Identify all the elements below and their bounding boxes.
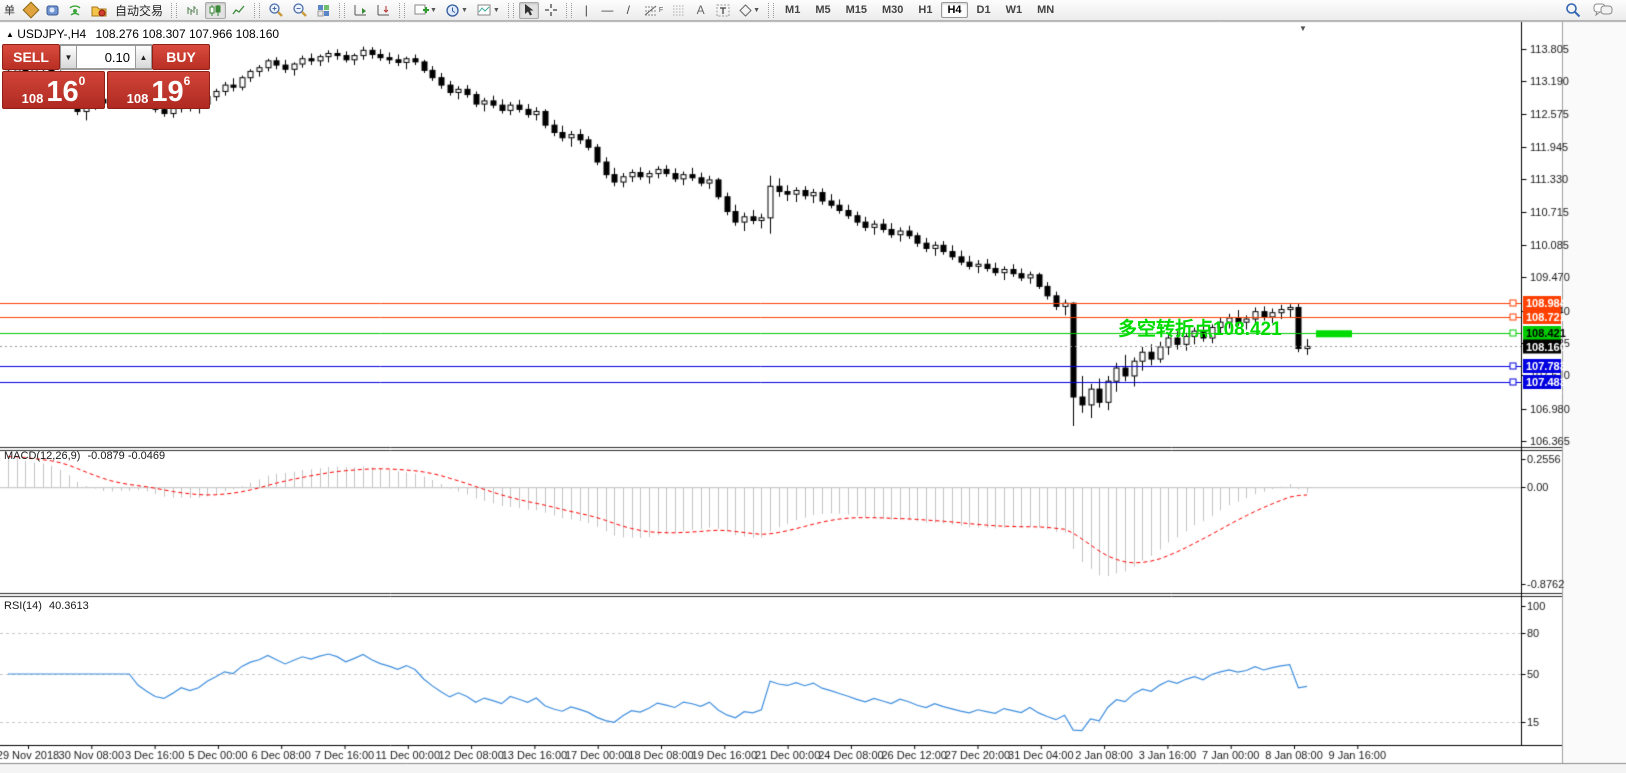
zoom-in-icon[interactable] xyxy=(265,2,287,19)
toolbar-gripper[interactable] xyxy=(254,3,260,18)
chart-menu-caret-icon[interactable]: ▼ xyxy=(1299,24,1307,33)
timeframe-D1[interactable]: D1 xyxy=(971,2,997,18)
triangle-up-icon: ▲ xyxy=(140,53,148,62)
sell-price-handle: 108 xyxy=(22,92,44,105)
trendline-tool[interactable]: / xyxy=(619,2,638,19)
chart-title: ▲ USDJPY-,H4 108.276 108.307 107.966 108… xyxy=(6,27,279,41)
turning-point-annotation[interactable]: 多空转折点108.421 xyxy=(1118,314,1282,341)
one-click-trading-panel: SELL ▼ ▲ BUY 108 16 0 108 19 6 xyxy=(2,44,210,109)
symbol-marker-icon: ▲ xyxy=(6,30,14,39)
timeframe-M30[interactable]: M30 xyxy=(876,2,909,18)
triangle-down-icon: ▼ xyxy=(65,53,73,62)
new-chart-button[interactable]: ▼ xyxy=(410,2,440,19)
chevron-down-icon: ▼ xyxy=(461,7,468,14)
templates-button[interactable]: ▼ xyxy=(473,2,503,19)
top-toolbar: 单 自动交易 ▼ ▼ ▼ | — / F A ▼ M1M5M15M30H1H4D… xyxy=(0,0,1626,21)
volume-decrease-button[interactable]: ▼ xyxy=(60,45,77,69)
auto-trading-label: 自动交易 xyxy=(115,2,163,19)
cursor-tool-icon[interactable] xyxy=(519,2,539,19)
buy-button[interactable]: BUY xyxy=(152,44,210,70)
tline-glyph: / xyxy=(627,3,630,17)
period-clock-button[interactable]: ▼ xyxy=(442,2,471,19)
timeframe-W1[interactable]: W1 xyxy=(1000,2,1029,18)
candlestick-chart-icon[interactable] xyxy=(205,2,226,19)
signal-broadcast-icon[interactable] xyxy=(65,2,86,19)
new-order-button[interactable]: 单 xyxy=(0,2,19,19)
toolbar-gripper[interactable] xyxy=(339,3,345,18)
timeframe-MN[interactable]: MN xyxy=(1031,2,1060,18)
sell-price-display[interactable]: 108 16 0 xyxy=(2,71,105,109)
sell-button[interactable]: SELL xyxy=(2,44,60,70)
rsi-indicator-label: RSI(14) 40.3613 xyxy=(4,600,89,612)
sell-price-pips: 16 xyxy=(46,81,78,105)
timeframe-buttons: M1M5M15M30H1H4D1W1MN xyxy=(779,2,1060,18)
sell-price-point: 0 xyxy=(79,74,86,88)
rsi-name: RSI(14) xyxy=(4,600,42,612)
fibo-sub-label: F xyxy=(659,7,663,14)
volume-increase-button[interactable]: ▲ xyxy=(135,45,152,69)
volume-input[interactable] xyxy=(77,45,135,69)
vertical-line-tool[interactable]: | xyxy=(577,2,596,19)
new-order-label: 单 xyxy=(4,2,15,18)
grid-tool[interactable] xyxy=(668,2,689,19)
chevron-down-icon: ▼ xyxy=(493,7,500,14)
toolbar-gripper[interactable] xyxy=(566,3,572,18)
history-center-icon[interactable] xyxy=(42,2,63,19)
vline-glyph: | xyxy=(585,3,588,17)
auto-trading-button[interactable]: 自动交易 xyxy=(112,2,166,19)
mql-folder-icon[interactable] xyxy=(88,2,110,19)
bar-chart-icon[interactable] xyxy=(182,2,203,19)
rsi-value: 40.3613 xyxy=(49,600,89,612)
macd-values: -0.0879 -0.0469 xyxy=(87,450,165,462)
chart-shift-icon[interactable] xyxy=(373,2,394,19)
toolbar-right-group xyxy=(1562,2,1622,19)
search-icon[interactable] xyxy=(1562,2,1584,19)
timeframe-M1[interactable]: M1 xyxy=(779,2,806,18)
hline-glyph: — xyxy=(601,3,613,17)
tile-windows-icon[interactable] xyxy=(313,2,334,19)
line-chart-icon[interactable] xyxy=(228,2,249,19)
chevron-down-icon: ▼ xyxy=(430,7,437,14)
macd-name: MACD(12,26,9) xyxy=(4,450,80,462)
toolbar-gripper[interactable] xyxy=(171,3,177,18)
shapes-tool[interactable]: ▼ xyxy=(736,2,763,19)
zoom-out-icon[interactable] xyxy=(289,2,311,19)
toolbar-gripper[interactable] xyxy=(768,3,774,18)
buy-price-handle: 108 xyxy=(127,92,149,105)
volume-stepper: ▼ ▲ xyxy=(60,44,152,70)
buy-price-pips: 19 xyxy=(151,81,183,105)
symbol-period-label: USDJPY-,H4 xyxy=(17,27,86,41)
toolbar-gripper[interactable] xyxy=(399,3,405,18)
crosshair-tool-icon[interactable] xyxy=(541,2,561,19)
macd-indicator-label: MACD(12,26,9) -0.0879 -0.0469 xyxy=(4,450,165,462)
toolbar-gripper[interactable] xyxy=(508,3,514,18)
horizontal-line-tool[interactable]: — xyxy=(598,2,617,19)
timeframe-M5[interactable]: M5 xyxy=(809,2,836,18)
fibonacci-tool[interactable]: F xyxy=(640,2,666,19)
buy-price-display[interactable]: 108 19 6 xyxy=(107,71,210,109)
price-chart-canvas[interactable] xyxy=(0,0,1626,773)
buy-price-point: 6 xyxy=(184,74,191,88)
chevron-down-icon: ▼ xyxy=(753,7,760,14)
chat-icon[interactable] xyxy=(1590,2,1616,19)
timeframe-M15[interactable]: M15 xyxy=(840,2,873,18)
auto-scroll-icon[interactable] xyxy=(350,2,371,19)
text-tool-label: A xyxy=(697,3,705,17)
ohlc-values: 108.276 108.307 107.966 108.160 xyxy=(96,27,280,41)
timeframe-H4[interactable]: H4 xyxy=(941,2,967,18)
timeframe-H1[interactable]: H1 xyxy=(912,2,938,18)
text-tool[interactable]: A xyxy=(691,2,710,19)
gold-gem-icon[interactable] xyxy=(21,2,40,19)
text-label-tool[interactable] xyxy=(712,2,734,19)
